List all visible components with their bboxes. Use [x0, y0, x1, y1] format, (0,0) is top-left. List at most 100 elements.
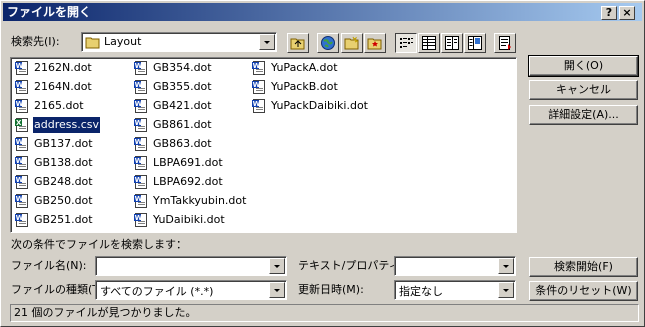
file-name: YuDaibiki.dot	[153, 213, 225, 226]
commands-button[interactable]	[494, 33, 516, 53]
svg-text:W: W	[16, 138, 24, 146]
svg-text:X: X	[16, 119, 22, 127]
word-template-icon: W	[14, 60, 30, 76]
advanced-button[interactable]: 詳細設定(A)...	[529, 105, 638, 125]
file-name: GB354.dot	[153, 61, 212, 74]
date-value: 指定なし	[399, 285, 443, 298]
status-bar: 21 個のファイルが見つかりました。	[10, 304, 639, 322]
word-template-icon: W	[14, 212, 30, 228]
list-view-icon	[400, 38, 413, 48]
svg-text:W: W	[135, 100, 143, 108]
preview-view-button[interactable]	[464, 33, 486, 53]
look-in-value: Layout	[104, 35, 142, 48]
list-view-button[interactable]	[395, 33, 417, 53]
globe-icon	[321, 36, 335, 50]
word-template-icon: W	[133, 98, 149, 114]
favorites-folder-icon	[367, 38, 382, 50]
filename-combo[interactable]	[95, 256, 287, 276]
cancel-button[interactable]: キャンセル	[529, 80, 638, 100]
filetype-label: ファイルの種類(T):	[11, 283, 108, 296]
chevron-down-icon[interactable]	[498, 282, 514, 298]
word-template-icon: W	[14, 98, 30, 114]
word-template-icon: W	[14, 174, 30, 190]
text-property-combo[interactable]	[394, 256, 516, 276]
search-web-button[interactable]	[317, 33, 339, 53]
word-template-icon: W	[133, 60, 149, 76]
file-name: GB251.dot	[34, 213, 93, 226]
properties-icon	[445, 36, 459, 50]
svg-text:W: W	[135, 195, 143, 203]
svg-text:W: W	[135, 214, 143, 222]
svg-text:W: W	[135, 81, 143, 89]
properties-view-button[interactable]	[441, 33, 463, 53]
file-name: 2162N.dot	[34, 61, 92, 74]
word-template-icon: W	[133, 136, 149, 152]
file-name: YmTakkyubin.dot	[153, 194, 247, 207]
file-name: GB863.dot	[153, 137, 212, 150]
chevron-down-icon[interactable]	[269, 258, 285, 274]
svg-text:W: W	[253, 62, 261, 70]
word-template-icon: W	[251, 79, 267, 95]
file-name: GB248.dot	[34, 175, 93, 188]
open-file-dialog: ファイルを開く ? × 検索先(I): Layout W 2162N.dot W…	[0, 0, 645, 327]
commands-icon	[499, 36, 511, 50]
preview-icon	[468, 36, 482, 50]
svg-text:W: W	[135, 119, 143, 127]
up-folder-icon	[290, 38, 305, 50]
dialog-title: ファイルを開く	[7, 5, 92, 19]
title-bar: ファイルを開く ? ×	[3, 3, 642, 21]
word-template-icon: W	[251, 98, 267, 114]
favorites-button[interactable]	[364, 33, 386, 53]
close-button[interactable]: ×	[619, 6, 635, 20]
filetype-value: すべてのファイル (*.*)	[100, 285, 214, 298]
svg-text:W: W	[253, 81, 261, 89]
date-combo[interactable]: 指定なし	[394, 280, 516, 300]
filetype-combo[interactable]: すべてのファイル (*.*)	[95, 280, 287, 300]
word-template-icon: W	[14, 193, 30, 209]
help-button[interactable]: ?	[601, 6, 617, 20]
csv-file-icon: X	[14, 117, 30, 133]
file-list[interactable]: W 2162N.dot W 2164N.dot W 2165.dot Xaddress.cs…	[10, 57, 517, 233]
file-name: LBPA692.dot	[153, 175, 223, 188]
new-folder-button[interactable]	[341, 33, 363, 53]
svg-text:W: W	[16, 195, 24, 203]
svg-text:W: W	[135, 138, 143, 146]
file-name: GB138.dot	[34, 156, 93, 169]
svg-text:W: W	[135, 157, 143, 165]
date-label: 更新日時(M):	[298, 283, 364, 296]
up-folder-button[interactable]	[287, 33, 309, 53]
word-template-icon: W	[14, 79, 30, 95]
search-start-button[interactable]: 検索開始(F)	[529, 257, 638, 277]
svg-text:W: W	[16, 176, 24, 184]
look-in-combo[interactable]: Layout	[81, 32, 277, 52]
word-template-icon: W	[133, 212, 149, 228]
file-name: GB355.dot	[153, 80, 212, 93]
folder-icon	[85, 37, 100, 49]
svg-text:W: W	[16, 100, 24, 108]
search-heading: 次の条件でファイルを検索します：	[11, 238, 187, 251]
word-template-icon: W	[133, 155, 149, 171]
filename-label: ファイル名(N):	[11, 259, 87, 272]
chevron-down-icon[interactable]	[259, 34, 275, 50]
chevron-down-icon[interactable]	[269, 282, 285, 298]
file-name: 2165.dot	[34, 99, 84, 112]
word-template-icon: W	[133, 174, 149, 190]
word-template-icon: W	[133, 79, 149, 95]
word-template-icon: W	[133, 193, 149, 209]
reset-button[interactable]: 条件のリセット(W)	[529, 281, 638, 301]
open-button[interactable]: 開く(O)	[528, 55, 639, 77]
svg-text:W: W	[253, 100, 261, 108]
file-name: YuPackDaibiki.dot	[271, 99, 368, 112]
file-name: LBPA691.dot	[153, 156, 223, 169]
word-template-icon: W	[133, 117, 149, 133]
chevron-down-icon[interactable]	[498, 258, 514, 274]
word-template-icon: W	[14, 136, 30, 152]
details-view-button[interactable]	[418, 33, 440, 53]
svg-text:W: W	[16, 81, 24, 89]
file-name: GB250.dot	[34, 194, 93, 207]
svg-text:W: W	[135, 176, 143, 184]
details-view-icon	[422, 36, 436, 50]
file-name: GB421.dot	[153, 99, 212, 112]
look-in-label: 検索先(I):	[11, 35, 60, 48]
file-name: GB137.dot	[34, 137, 93, 150]
